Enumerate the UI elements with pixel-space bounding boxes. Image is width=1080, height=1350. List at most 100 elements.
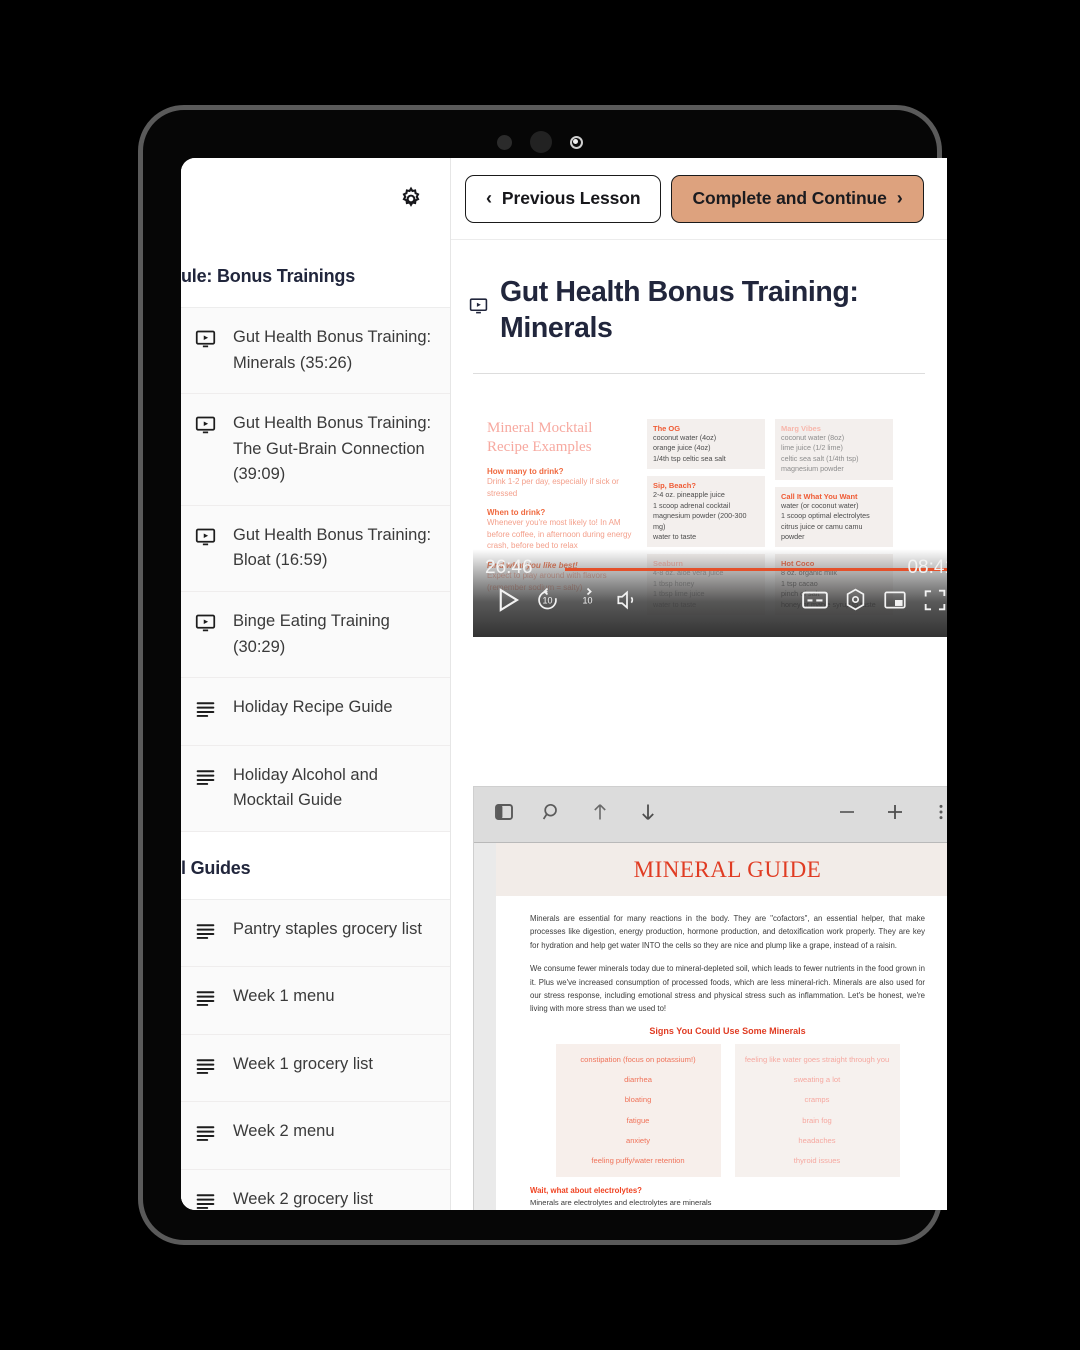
pdf-sign-item: headaches [798,1135,836,1145]
svg-text:10: 10 [542,596,552,606]
slide-recipe-ingredients: water (or coconut water) 1 scoop optimal … [781,500,870,541]
text-lines-icon [195,763,219,796]
pdf-viewer[interactable]: MINERAL GUIDE Minerals are essential for… [473,786,947,1210]
more-options-icon[interactable] [931,800,947,829]
slide-question-1: How many to drink? [487,466,564,476]
sidebar-item-label: Week 2 grocery list [233,1190,373,1208]
video-icon [195,609,219,642]
settings-icon[interactable] [835,580,875,620]
sidebar-item-1-4[interactable]: Binge Eating Training (30:29) [181,591,450,679]
sensor-icon [497,134,512,150]
pdf-signs-columns: constipation (focus on potassium!) diarrh… [530,1043,925,1178]
sidebar-item-1-2[interactable]: Gut Health Bonus Training: The Gut-Brain… [181,394,450,506]
pdf-sign-item: thyroid issues [793,1156,841,1166]
slide-title: Mineral Mocktail Recipe Examples [487,419,593,456]
sidebar-item-label: Week 1 grocery list [233,1054,373,1073]
sidebar-item-2-5[interactable]: Week 2 grocery list [181,1170,450,1210]
slide-recipe-ingredients: 2-4 oz. pineapple juice 1 scoop adrenal c… [653,490,747,541]
lesson-nav-bar: ‹ Previous Lesson Complete and Continue … [451,158,947,240]
sidebar-item-1-3[interactable]: Gut Health Bonus Training: Bloat (16:59) [181,505,450,592]
slide-recipe-card: Call It What You Want water (or coconut w… [775,486,893,548]
sidebar-item-label: Holiday Alcohol and Mocktail Guide [233,765,378,810]
text-lines-icon [195,984,219,1017]
pdf-qa-item: Wait, what about electrolytes? Minerals a… [530,1186,925,1209]
sidebar-item-2-2[interactable]: Week 1 menu [181,967,450,1035]
divider [473,372,925,374]
pdf-paragraph-2: We consume fewer minerals today due to m… [530,964,925,1014]
gear-icon[interactable] [394,182,428,216]
pdf-signs-heading: Signs You Could Use Some Minerals [649,1025,806,1036]
pdf-sign-item: sweating a lot [793,1075,841,1085]
picture-in-picture-icon[interactable] [875,580,915,620]
slide-answer-1: Drink 1-2 per day, especially if sick or… [487,476,619,498]
sidebar-section-header: l Guides [181,831,450,900]
pdf-content: Minerals are essential for many reaction… [496,896,947,1210]
pdf-qa-section: Wait, what about electrolytes? Minerals a… [530,1186,925,1210]
text-lines-icon [195,1052,219,1085]
slide-question-2: When to drink? [487,508,546,518]
slide-recipe-name: Sip, Beach? [653,481,696,491]
sidebar-item-label: Week 2 menu [233,1122,335,1141]
video-icon [195,523,219,556]
pdf-paragraph-1: Minerals are essential for many reaction… [530,914,925,950]
text-lines-icon [195,1187,219,1210]
sidebar-item-label: Gut Health Bonus Training: Minerals (35:… [233,328,432,372]
pdf-qa-question: Wait, what about electrolytes? [530,1186,642,1196]
sidebar-item-1-5[interactable]: Holiday Recipe Guide [181,678,450,746]
zoom-out-icon[interactable] [835,800,859,829]
captions-icon[interactable] [795,580,835,620]
sidebar-item-2-3[interactable]: Week 1 grocery list [181,1034,450,1103]
slide-recipe-card: Sip, Beach? 2-4 oz. pineapple juice 1 scoo… [647,476,765,548]
video-controls-overlay: 26:46 08:41 10 [473,548,947,637]
video-player[interactable]: Mineral Mocktail Recipe Examples How man… [473,404,947,637]
zoom-in-icon[interactable] [883,800,907,829]
page-up-icon[interactable] [588,800,612,829]
tablet-screen: ‹ Previous Lesson Complete and Continue … [181,158,947,1210]
pdf-sign-item: diarrhea [624,1075,652,1085]
video-control-row: 10 10 [473,579,947,621]
pdf-sign-item: feeling puffy/water retention [591,1156,685,1166]
sidebar-item-2-1[interactable]: Pantry staples grocery list [181,899,450,968]
text-lines-icon [195,917,219,950]
pdf-page: MINERAL GUIDE Minerals are essential for… [496,843,947,1210]
sidebar-toggle-icon[interactable] [492,800,516,829]
video-remaining-time: 08:41 [907,556,947,578]
video-icon [469,274,488,320]
sidebar-item-label: Gut Health Bonus Training: Bloat (16:59) [233,525,432,570]
search-icon[interactable] [540,800,564,829]
page-down-icon[interactable] [636,800,660,829]
pdf-toolbar [474,787,947,843]
complete-and-continue-button[interactable]: Complete and Continue › [671,174,924,223]
app-top-bar: ‹ Previous Lesson Complete and Continue … [181,158,947,240]
previous-lesson-label: Previous Lesson [501,188,641,208]
sidebar-item-1-6[interactable]: Holiday Alcohol and Mocktail Guide [181,745,450,832]
sidebar-item-label: Pantry staples grocery list [233,919,422,938]
video-progress-bar[interactable] [565,567,947,571]
pdf-title: MINERAL GUIDE [633,857,822,882]
complete-and-continue-label: Complete and Continue [692,188,887,208]
sidebar-section-header: ule: Bonus Trainings [181,240,450,308]
slide-recipe-ingredients: coconut water (8oz) lime juice (1/2 lime)… [781,432,859,474]
pdf-sign-item: constipation (focus on potassium!) [580,1054,696,1064]
pdf-sign-item: bloating [624,1095,652,1105]
top-bar-left-region [181,158,451,240]
sidebar-item-2-4[interactable]: Week 2 menu [181,1102,450,1170]
sidebar-item-1-1[interactable]: Gut Health Bonus Training: Minerals (35:… [181,308,450,395]
video-current-time: 26:46 [485,556,533,578]
previous-lesson-button[interactable]: ‹ Previous Lesson [465,174,662,223]
forward-10-icon[interactable]: 10 [567,580,607,620]
slide-answer-2: Whenever you're most likely to! In AM be… [487,518,632,551]
pdf-gutter [474,843,496,1210]
play-icon[interactable] [487,580,527,620]
rewind-10-icon[interactable]: 10 [527,580,567,620]
fullscreen-icon[interactable] [915,580,947,620]
slide-recipe-card: Marg Vibes coconut water (8oz) lime juice … [775,418,893,480]
chevron-right-icon: › [896,188,903,208]
volume-icon[interactable] [607,580,647,620]
slide-recipe-name: Marg Vibes [781,423,821,433]
course-curriculum-sidebar[interactable]: ule: Bonus Trainings Gut Health Bonus Tra… [181,240,451,1210]
pdf-sign-item: brain fog [802,1115,832,1125]
slide-recipe-card: The OG coconut water (4oz) orange juice (4… [647,418,765,470]
video-icon [195,325,219,358]
pdf-sign-item: anxiety [625,1135,651,1145]
